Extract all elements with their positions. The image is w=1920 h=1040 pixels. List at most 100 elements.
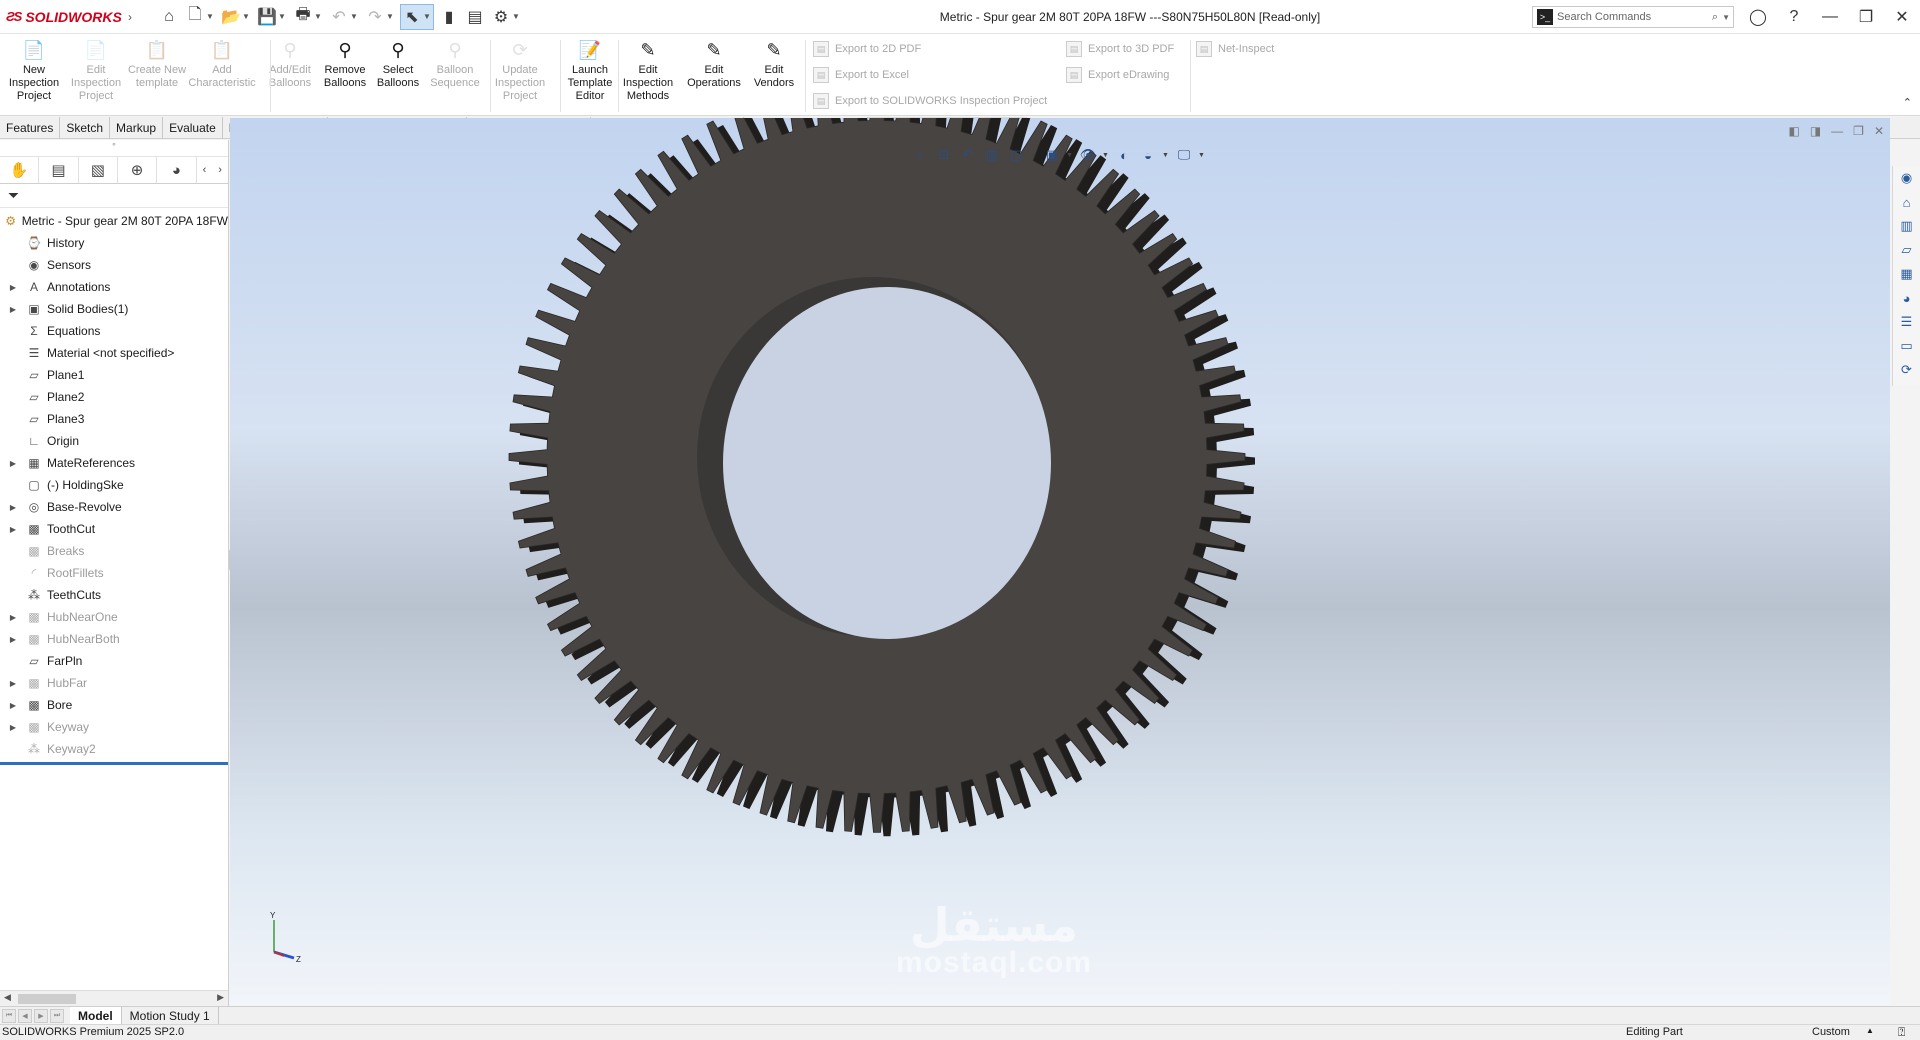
file-explorer-icon[interactable]: ▱ — [1897, 240, 1917, 260]
print-button[interactable]: 🖶 ▼ — [292, 4, 324, 30]
viewport-minimize-icon[interactable]: — — [1831, 124, 1843, 138]
viewport-restore-icon[interactable]: ❐ — [1853, 124, 1864, 138]
tree-item-plane3[interactable]: ▱ Plane3 — [0, 408, 228, 430]
open-button[interactable]: 📂 ▼ — [220, 4, 252, 30]
tree-item-origin[interactable]: ∟ Origin — [0, 430, 228, 452]
appearances-icon[interactable]: ◕ — [1897, 288, 1917, 308]
chevron-down-icon[interactable]: ▼ — [512, 12, 522, 21]
display-manager-tab-icon[interactable]: ◕ — [157, 157, 197, 183]
tab-features[interactable]: Features — [0, 117, 61, 139]
display-style-icon[interactable]: ▣ — [1042, 145, 1062, 165]
tree-item-material-not-specified[interactable]: ☰ Material <not specified> — [0, 342, 228, 364]
viewport-close-icon[interactable]: ✕ — [1874, 124, 1884, 138]
expand-arrow-icon[interactable]: ▶ — [0, 305, 26, 314]
minimize-icon[interactable]: — — [1812, 0, 1848, 34]
tabs-scroll-right-icon[interactable]: › — [212, 157, 228, 183]
chevron-down-icon[interactable]: ▼ — [278, 12, 288, 21]
filter-icon[interactable]: ⏷ — [8, 187, 19, 204]
quick-tips-icon[interactable]: ⍰ — [1898, 1025, 1905, 1040]
launch-template-editor-button[interactable]: 📝 Launch Template Editor — [560, 38, 620, 114]
select-balloons-button[interactable]: ⚲ Select Balloons — [368, 38, 428, 114]
solidworks-logo[interactable]: ƧS SOLIDWORKS — [0, 9, 128, 25]
view-palette-icon[interactable]: ▦ — [1897, 264, 1917, 284]
custom-properties-icon[interactable]: ☰ — [1897, 312, 1917, 332]
expand-arrow-icon[interactable]: ▶ — [0, 459, 26, 468]
horizontal-scrollbar[interactable]: ◀ ▶ — [0, 990, 228, 1006]
menu-expand-arrow-icon[interactable]: › — [128, 10, 140, 24]
view-orientation-icon[interactable]: ◫ — [1006, 145, 1026, 165]
expand-arrow-icon[interactable]: ▶ — [0, 503, 26, 512]
tree-item-equations[interactable]: Σ Equations — [0, 320, 228, 342]
view-settings-icon[interactable]: 🖵 — [1174, 145, 1194, 165]
tree-item-teethcuts[interactable]: ⁂ TeethCuts — [0, 584, 228, 606]
chevron-down-icon[interactable]: ▼ — [242, 12, 252, 21]
chevron-down-icon[interactable]: ▼ — [386, 12, 396, 21]
feature-manager-tab-icon[interactable]: ✋ — [0, 157, 40, 183]
expand-arrow-icon[interactable]: ▶ — [0, 679, 26, 688]
tabs-scroll-left-icon[interactable]: ‹ — [197, 157, 213, 183]
restore-icon[interactable]: ❐ — [1848, 0, 1884, 34]
tree-item-hubnearone[interactable]: ▶ ▩ HubNearOne — [0, 606, 228, 628]
traffic-light-button[interactable]: ▮ — [438, 4, 460, 30]
zoom-to-area-icon[interactable]: ⊡ — [934, 145, 954, 165]
prev-tab-icon[interactable]: ◀ — [18, 1008, 32, 1023]
apply-scene-dropdown-icon[interactable]: ▼ — [1162, 152, 1170, 159]
tree-item-annotations[interactable]: ▶ A Annotations — [0, 276, 228, 298]
redo-button[interactable]: ↷ ▼ — [364, 4, 396, 30]
edit-appearance-icon[interactable]: ◐ — [1114, 145, 1134, 165]
chevron-down-icon[interactable]: ▼ — [206, 12, 216, 21]
collapse-ribbon-icon[interactable]: ⌃ — [1903, 96, 1912, 109]
expand-arrow-icon[interactable]: ▶ — [0, 613, 26, 622]
property-manager-tab-icon[interactable]: ▤ — [39, 157, 79, 183]
expand-arrow-icon[interactable]: ▶ — [0, 635, 26, 644]
apply-scene-icon[interactable]: ◒ — [1138, 145, 1158, 165]
tree-item-bore[interactable]: ▶ ▩ Bore — [0, 694, 228, 716]
tree-item-toothcut[interactable]: ▶ ▩ ToothCut — [0, 518, 228, 540]
rollback-bar[interactable] — [0, 762, 228, 765]
hide-show-items-icon[interactable]: 👁 — [1078, 145, 1098, 165]
chevron-down-icon[interactable]: ▼ — [314, 12, 324, 21]
zoom-to-fit-icon[interactable]: ⌕ — [910, 145, 930, 165]
close-icon[interactable]: ✕ — [1884, 0, 1920, 34]
configuration-manager-tab-icon[interactable]: ▧ — [79, 157, 118, 183]
solidworks-resources-icon[interactable]: ◉ — [1897, 168, 1917, 188]
tree-root[interactable]: ⚙ Metric - Spur gear 2M 80T 20PA 18FW — [0, 210, 228, 232]
next-tab-icon[interactable]: ▶ — [34, 1008, 48, 1023]
first-tab-icon[interactable]: ⏮ — [2, 1008, 16, 1023]
chevron-down-icon[interactable]: ▼ — [350, 12, 360, 21]
gear-model[interactable] — [230, 118, 1890, 1006]
tree-item-rootfillets[interactable]: ◜ RootFillets — [0, 562, 228, 584]
chevron-down-icon[interactable]: ▼ — [423, 12, 433, 21]
display-style-dropdown-icon[interactable]: ▼ — [1066, 152, 1074, 159]
user-icon[interactable]: ◯ — [1740, 0, 1776, 34]
new-document-button[interactable]: 🗋 ▼ — [184, 4, 216, 30]
tree-item-keyway[interactable]: ▶ ▩ Keyway — [0, 716, 228, 738]
section-view-icon[interactable]: ▥ — [982, 145, 1002, 165]
expand-arrow-icon[interactable]: ▶ — [0, 723, 26, 732]
tab-markup[interactable]: Markup — [110, 117, 164, 139]
edit-vendors-button[interactable]: ✎ Edit Vendors — [744, 38, 804, 114]
new-inspection-project-button[interactable]: 📄 New Inspection Project — [4, 38, 64, 114]
design-library-icon[interactable]: ▥ — [1897, 216, 1917, 236]
save-button[interactable]: 💾 ▼ — [256, 4, 288, 30]
hide-show-dropdown-icon[interactable]: ▼ — [1102, 152, 1110, 159]
graphics-area[interactable]: ⌕ ⊡ ↶ ▥ ◫ ▼ ▣ ▼ 👁 ▼ ◐ ◒ ▼ 🖵 ▼ ◧ ◨ — ❐ ✕ Y Z م… — [230, 118, 1890, 1006]
unit-system-selector[interactable]: Custom — [1812, 1026, 1850, 1038]
tree-item-farpln[interactable]: ▱ FarPln — [0, 650, 228, 672]
panel-grip[interactable]: ⚬ — [0, 140, 228, 156]
forum-icon[interactable]: ▭ — [1897, 336, 1917, 356]
help-icon[interactable]: ? — [1776, 0, 1812, 34]
search-icon[interactable]: ⌕ — [1712, 11, 1718, 24]
split-view-right-icon[interactable]: ◨ — [1810, 124, 1821, 138]
expand-arrow-icon[interactable]: ▶ — [0, 701, 26, 710]
tree-item-sensors[interactable]: ◉ Sensors — [0, 254, 228, 276]
tree-item-history[interactable]: ⌚ History — [0, 232, 228, 254]
tree-item-plane2[interactable]: ▱ Plane2 — [0, 386, 228, 408]
tree-filter[interactable]: ⏷ — [0, 184, 228, 208]
select-button[interactable]: ⬉ ▼ — [400, 3, 434, 30]
tab-model[interactable]: Model — [70, 1006, 122, 1025]
tab-motion-study-1[interactable]: Motion Study 1 — [122, 1006, 219, 1025]
tree-item-hubnearboth[interactable]: ▶ ▩ HubNearBoth — [0, 628, 228, 650]
scrollbar-thumb[interactable] — [18, 994, 76, 1004]
tab-sketch[interactable]: Sketch — [60, 117, 111, 139]
